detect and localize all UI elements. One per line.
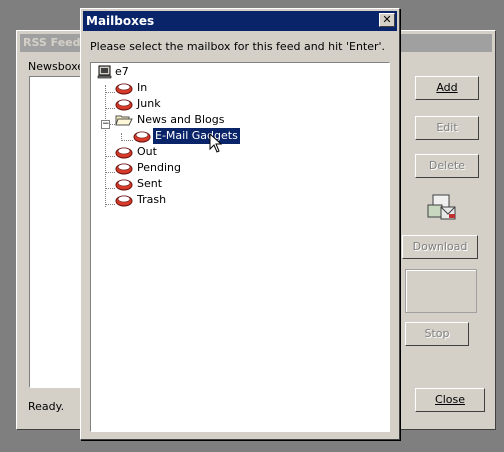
tree-item-label: News and Blogs: [137, 113, 225, 126]
newsboxes-list[interactable]: [29, 76, 83, 388]
tree-item-label: In: [137, 81, 148, 94]
dialog-close-button[interactable]: ✕: [379, 13, 395, 27]
feed-mail-icon: [427, 194, 456, 220]
delete-button[interactable]: Delete: [415, 154, 479, 178]
close-button-label: Close: [435, 393, 465, 406]
mailbox-icon: [115, 147, 133, 159]
tree-root-label: e7: [115, 65, 129, 78]
tree-connector: [105, 188, 115, 189]
tree-connector: [105, 204, 115, 205]
tree-connector: [105, 92, 115, 93]
mailbox-tree[interactable]: e7 In Junk − News and Blogs E-Mail Gadge…: [90, 62, 390, 432]
mailboxes-dialog: Mailboxes ✕ Please select the mailbox fo…: [80, 8, 400, 440]
status-text: Ready.: [28, 400, 65, 413]
download-button-label: Download: [412, 240, 468, 253]
mailbox-icon: [115, 99, 133, 111]
tree-connector: [121, 140, 133, 141]
tree-item-label: Out: [137, 145, 157, 158]
tree-connector: [105, 172, 115, 173]
mailbox-icon: [133, 131, 151, 143]
mailbox-icon: [115, 195, 133, 207]
edit-button-label: Edit: [436, 121, 458, 134]
stop-button-label: Stop: [424, 327, 450, 340]
tree-item-label: Trash: [137, 193, 167, 206]
computer-icon: [97, 65, 112, 79]
collapse-toggle[interactable]: −: [101, 120, 110, 129]
mailbox-icon: [115, 179, 133, 191]
tree-item-label: E-Mail Gadgets: [152, 127, 241, 145]
stop-button[interactable]: Stop: [405, 322, 469, 346]
add-button-label: Add: [436, 81, 458, 94]
edit-button[interactable]: Edit: [415, 116, 479, 140]
dialog-prompt: Please select the mailbox for this feed …: [90, 40, 386, 53]
add-button[interactable]: Add: [415, 76, 479, 100]
tree-item-label: Pending: [137, 161, 181, 174]
dialog-title-text: Mailboxes: [86, 14, 155, 28]
tree-connector: [105, 156, 115, 157]
minus-icon: −: [102, 119, 110, 129]
download-button[interactable]: Download: [402, 235, 478, 259]
tree-item-label: Sent: [137, 177, 163, 190]
close-icon: ✕: [382, 13, 392, 26]
mailbox-icon: [115, 163, 133, 175]
folder-open-icon: [115, 115, 133, 126]
newsboxes-label: Newsboxe: [28, 60, 85, 73]
tree-item-label: Junk: [137, 97, 161, 110]
delete-button-label: Delete: [428, 159, 466, 172]
progress-group: [405, 269, 477, 313]
mailbox-icon: [115, 83, 133, 95]
mouse-pointer-icon: [209, 133, 223, 153]
close-button[interactable]: Close: [415, 388, 485, 412]
dialog-title: Mailboxes: [83, 11, 397, 31]
tree-connector: [105, 108, 115, 109]
